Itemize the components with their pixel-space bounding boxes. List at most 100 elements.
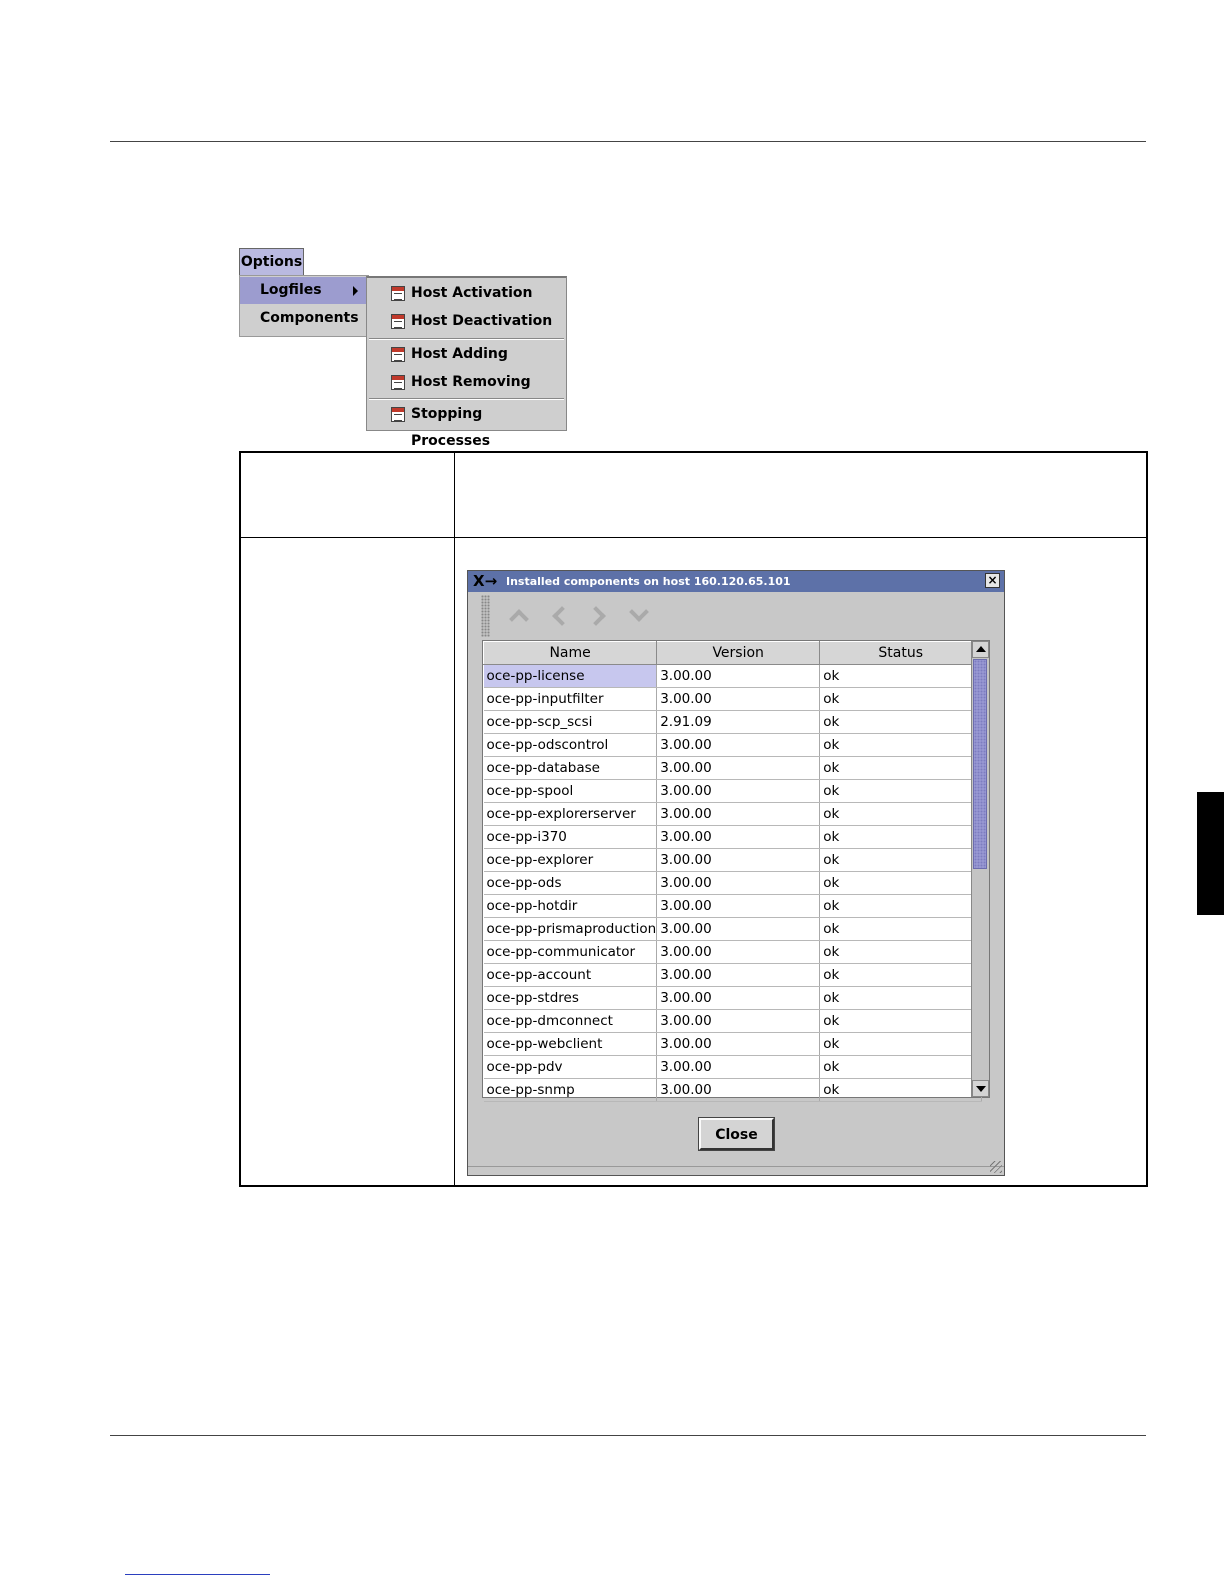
close-button[interactable]: Close [698, 1117, 775, 1151]
menu-item-components-label: Components [260, 310, 359, 326]
table-row[interactable]: oce-pp-explorerserver 3.00.00 ok [483, 802, 983, 826]
cell-version: 3.00.00 [656, 733, 821, 757]
scroll-up-icon[interactable] [972, 641, 989, 658]
table-row[interactable]: oce-pp-hotdir 3.00.00 ok [483, 894, 983, 918]
submenu-item-host-removing[interactable]: Host Removing [367, 369, 566, 396]
scrollbar-thumb[interactable] [973, 659, 987, 869]
scroll-down-icon[interactable] [972, 1080, 989, 1097]
chevron-down-icon[interactable] [624, 601, 652, 629]
cell-version: 3.00.00 [656, 986, 821, 1010]
cell-status: ok [819, 779, 983, 803]
table-row[interactable]: oce-pp-dmconnect 3.00.00 ok [483, 1009, 983, 1033]
cell-version: 3.00.00 [656, 1032, 821, 1056]
resize-grip-icon[interactable] [990, 1161, 1002, 1173]
table-row[interactable]: oce-pp-scp_scsi 2.91.09 ok [483, 710, 983, 734]
cell-version: 3.00.00 [656, 779, 821, 803]
dialog-title: Installed components on host 160.120.65.… [506, 575, 791, 588]
cell-name: oce-pp-dmconnect [483, 1009, 658, 1033]
table-row[interactable]: oce-pp-license 3.00.00 ok [483, 664, 983, 688]
table-row[interactable]: oce-pp-odscontrol 3.00.00 ok [483, 733, 983, 757]
cell-status: ok [819, 802, 983, 826]
log-icon [391, 286, 405, 301]
cell-status: ok [819, 1055, 983, 1079]
dialog-titlebar[interactable]: X→ Installed components on host 160.120.… [468, 571, 1004, 592]
cell-name: oce-pp-explorer [483, 848, 658, 872]
cell-name: oce-pp-stdres [483, 986, 658, 1010]
cell-status: ok [819, 1032, 983, 1056]
submenu-item-label: Host Removing [411, 374, 531, 390]
toolbar-grip-icon[interactable] [481, 595, 490, 637]
cell-status: ok [819, 687, 983, 711]
table-row[interactable]: oce-pp-explorer 3.00.00 ok [483, 848, 983, 872]
cell-name: oce-pp-license [483, 664, 658, 688]
menu-item-components[interactable]: Components [240, 305, 366, 332]
table-row[interactable]: oce-pp-prismaproduction 3.00.00 ok [483, 917, 983, 941]
close-icon[interactable]: × [985, 573, 1000, 588]
cell-version: 3.00.00 [656, 802, 821, 826]
table-row[interactable]: oce-pp-account 3.00.00 ok [483, 963, 983, 987]
table-row[interactable]: oce-pp-webclient 3.00.00 ok [483, 1032, 983, 1056]
column-header-version[interactable]: Version [656, 641, 821, 665]
log-icon [391, 375, 405, 390]
submenu-item-host-adding[interactable]: Host Adding [367, 341, 566, 368]
column-header-name[interactable]: Name [482, 641, 658, 665]
cell-name: oce-pp-ods [483, 871, 658, 895]
cell-name: oce-pp-communicator [483, 940, 658, 964]
cell-name: oce-pp-webclient [483, 1032, 658, 1056]
vertical-scrollbar[interactable] [971, 641, 989, 1097]
table-row[interactable]: oce-pp-stdres 3.00.00 ok [483, 986, 983, 1010]
options-menu: Logfiles Components [239, 275, 369, 337]
table-row[interactable]: oce-pp-database 3.00.00 ok [483, 756, 983, 780]
cell-status: ok [819, 756, 983, 780]
chevron-up-icon[interactable] [504, 601, 532, 629]
cell-version: 3.00.00 [656, 825, 821, 849]
table-row[interactable]: oce-pp-ods 3.00.00 ok [483, 871, 983, 895]
chevron-right-icon[interactable] [584, 601, 612, 629]
menu-item-logfiles-label: Logfiles [260, 282, 322, 298]
column-header-status[interactable]: Status [819, 641, 983, 665]
cell-status: ok [819, 986, 983, 1010]
cell-version: 3.00.00 [656, 1078, 821, 1102]
cell-status: ok [819, 940, 983, 964]
cell-status: ok [819, 733, 983, 757]
submenu-item-label: Host Adding [411, 346, 508, 362]
options-menu-title[interactable]: Options [239, 248, 304, 275]
submenu-item-label: Host Deactivation [411, 313, 553, 329]
table-row[interactable]: oce-pp-inputfilter 3.00.00 ok [483, 687, 983, 711]
submenu-separator [369, 398, 564, 400]
document-table-row-divider [239, 537, 1148, 538]
toolbar [478, 593, 978, 639]
cell-name: oce-pp-spool [483, 779, 658, 803]
cell-status: ok [819, 710, 983, 734]
cell-version: 3.00.00 [656, 940, 821, 964]
cell-name: oce-pp-database [483, 756, 658, 780]
cell-version: 2.91.09 [656, 710, 821, 734]
table-row[interactable]: oce-pp-snmp 3.00.00 ok [483, 1078, 983, 1102]
table-row[interactable]: oce-pp-spool 3.00.00 ok [483, 779, 983, 803]
cell-name: oce-pp-scp_scsi [483, 710, 658, 734]
cell-version: 3.00.00 [656, 871, 821, 895]
document-table-column-divider [454, 451, 455, 1187]
submenu-separator [369, 338, 564, 340]
submenu-item-stopping-processes[interactable]: Stopping Processes [367, 401, 566, 449]
submenu-item-host-activation[interactable]: Host Activation [367, 280, 566, 307]
table-row[interactable]: oce-pp-i370 3.00.00 ok [483, 825, 983, 849]
cell-name: oce-pp-hotdir [483, 894, 658, 918]
table-row[interactable]: oce-pp-communicator 3.00.00 ok [483, 940, 983, 964]
chevron-left-icon[interactable] [544, 601, 572, 629]
cell-name: oce-pp-prismaproduction [483, 917, 658, 941]
app-logo-icon: X→ [473, 572, 498, 590]
cell-version: 3.00.00 [656, 894, 821, 918]
menu-item-logfiles[interactable]: Logfiles [240, 277, 366, 304]
installed-components-dialog: X→ Installed components on host 160.120.… [467, 570, 1005, 1176]
cell-name: oce-pp-i370 [483, 825, 658, 849]
cell-version: 3.00.00 [656, 1009, 821, 1033]
logfiles-submenu: Host Activation Host Deactivation Host A… [366, 276, 567, 449]
submenu-item-label: Host Activation [411, 285, 533, 301]
log-icon [391, 407, 405, 422]
submenu-item-host-deactivation[interactable]: Host Deactivation [367, 308, 566, 335]
header-rule [110, 141, 1146, 142]
footer-link-underline [125, 1574, 270, 1575]
cell-status: ok [819, 664, 983, 688]
table-row[interactable]: oce-pp-pdv 3.00.00 ok [483, 1055, 983, 1079]
